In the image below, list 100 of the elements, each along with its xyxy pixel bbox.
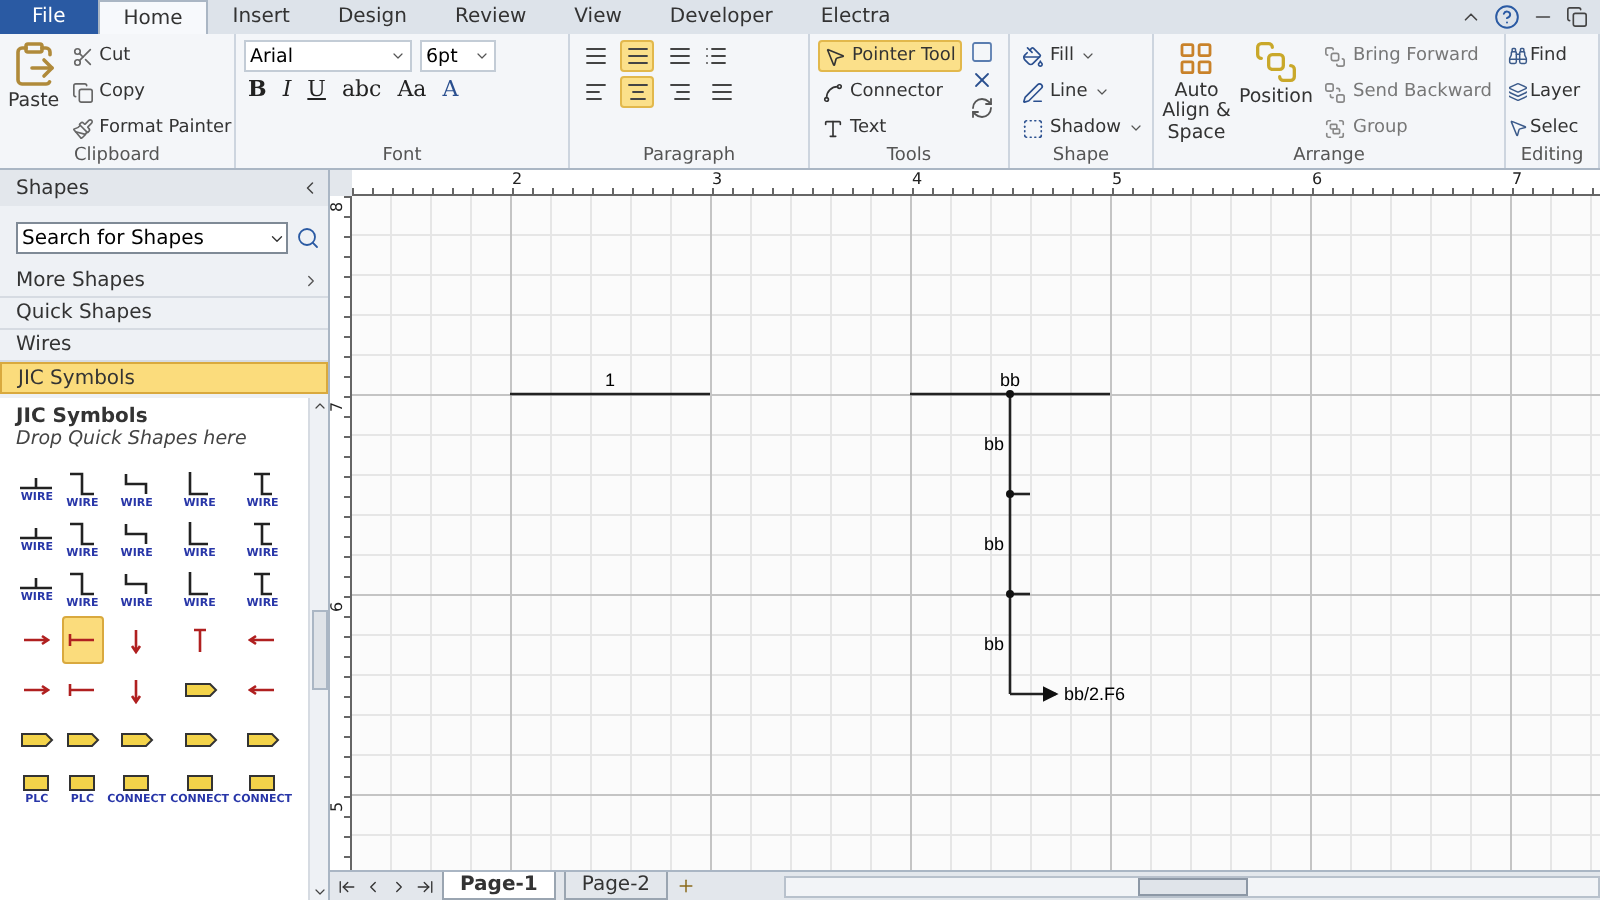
restore-icon [1566, 6, 1588, 28]
arrange-button[interactable]: Bring Forward [1320, 40, 1496, 72]
group-label: Tools [884, 144, 934, 168]
group-label: Clipboard [72, 144, 162, 168]
arrow-line [1010, 686, 1059, 702]
ruler-number: 6 [1312, 170, 1323, 188]
dropdown-caret-icon [1093, 84, 1110, 100]
ribbon-tab[interactable]: Design [313, 0, 431, 34]
font-format-button[interactable]: Aa [393, 76, 431, 102]
clipboard-button[interactable]: Format Painter [67, 112, 234, 144]
wire-label: 1 [605, 370, 615, 390]
auto-align-button[interactable]: Auto Align & Space [1162, 40, 1231, 144]
align-icon [625, 44, 649, 68]
binoculars-icon [1508, 46, 1528, 66]
wire-symbol-icon [188, 570, 211, 596]
horizontal-scrollbar[interactable] [784, 875, 1600, 897]
tap-line [1010, 492, 1030, 496]
wire-symbol-icon [251, 521, 274, 545]
align-icon [583, 80, 607, 104]
shape-format-button[interactable]: Line [1018, 76, 1148, 108]
shape-format-button[interactable]: Shadow [1018, 112, 1148, 144]
scroll-thumb[interactable] [311, 609, 327, 689]
align-icon [583, 44, 607, 68]
arrow-symbol-icon [130, 677, 143, 703]
ribbon-tab[interactable]: Review [430, 0, 551, 34]
arrow-symbol-icon [248, 684, 277, 696]
arrange-button[interactable]: Send Backward [1320, 76, 1496, 108]
shape-format-button[interactable]: Fill [1018, 40, 1148, 72]
ribbon-tab[interactable]: Insert [208, 0, 314, 34]
ribbon-tab[interactable]: View [550, 0, 646, 34]
font-family-dropdown[interactable]: Arial [244, 40, 412, 72]
arrow-symbol-icon [68, 682, 97, 698]
search-field[interactable]: Search for Shapes [16, 222, 288, 254]
more-shapes-item[interactable]: More Shapes [0, 266, 328, 298]
tool-button[interactable]: Pointer Tool [818, 40, 962, 72]
file-tab[interactable]: File [0, 0, 98, 34]
rotate-icon [969, 96, 994, 120]
stencil-item[interactable]: JIC Symbols [0, 362, 328, 394]
editing-button[interactable]: Find [1508, 40, 1581, 72]
wire-symbol-icon [188, 470, 211, 496]
ribbon-tab[interactable]: Electra [796, 0, 915, 34]
wire-symbol-icon [68, 471, 97, 495]
stencil-hint: Drop Quick Shapes here [16, 428, 249, 450]
scroll-up-icon [311, 398, 327, 414]
font-format-button[interactable]: U [303, 76, 330, 102]
tool-button[interactable]: Text [818, 112, 962, 144]
layers-icon [1508, 82, 1528, 102]
stencil-master[interactable] [61, 616, 104, 664]
font-format-button[interactable]: abc [337, 76, 386, 102]
font-format-button[interactable]: B [244, 76, 271, 102]
dropdown-caret-icon [1080, 48, 1097, 64]
ribbon-tab[interactable]: Home [97, 0, 209, 34]
font-format-button[interactable]: I [278, 76, 296, 102]
editing-button[interactable]: Selec [1508, 112, 1581, 144]
block-symbol-icon [246, 774, 279, 792]
page-tab[interactable]: Page-2 [563, 872, 669, 900]
clipboard-button[interactable]: Cut [67, 40, 234, 72]
dropdown-caret-icon [390, 48, 406, 64]
wire-symbol-icon [68, 571, 97, 595]
wire-symbol-icon [124, 471, 149, 495]
font-size-dropdown[interactable]: 6pt [420, 40, 496, 72]
copy-icon [71, 81, 94, 103]
stencil-item[interactable]: Quick Shapes [0, 298, 328, 330]
ruler-number: 5 [1112, 170, 1123, 188]
search-icon [296, 226, 320, 250]
wire-symbol-icon [124, 521, 149, 545]
help-icon [1494, 4, 1520, 30]
wire-symbol-icon [188, 520, 211, 546]
ruler-number: 5 [328, 801, 347, 813]
arrange-button[interactable]: Group [1320, 112, 1496, 144]
ribbon-tab[interactable]: Developer [645, 0, 797, 34]
ruler-number: 2 [512, 170, 523, 188]
align-icon [667, 44, 691, 68]
pen-icon [1022, 81, 1044, 103]
editing-button[interactable]: Layer [1508, 76, 1581, 108]
ruler-number: 4 [912, 170, 923, 188]
scroll-thumb[interactable] [1137, 877, 1248, 895]
first-page-icon [338, 877, 356, 895]
scissors-icon [71, 45, 94, 67]
font-format-button[interactable]: A [438, 76, 463, 102]
horizontal-align-button[interactable] [620, 76, 654, 108]
group-icon [1324, 117, 1347, 139]
clipboard-button[interactable]: Copy [67, 76, 234, 108]
wire-symbol-icon [251, 471, 274, 495]
vertical-align-button[interactable] [620, 40, 654, 72]
align-icon [625, 80, 649, 104]
scrollbar[interactable] [308, 398, 328, 900]
group-label: Shape [1050, 144, 1112, 168]
reference-label: bb/2.F6 [1064, 684, 1126, 704]
tool-button[interactable]: Connector [818, 76, 962, 108]
paste-button[interactable]: Paste [8, 40, 60, 144]
stencil-item[interactable]: Wires [0, 330, 328, 362]
next-page-icon [390, 877, 408, 895]
page-tab[interactable]: Page-1 [442, 872, 556, 900]
wire-symbol-icon [18, 526, 55, 540]
shadow-icon [1022, 117, 1044, 139]
position-button[interactable]: Position [1238, 40, 1313, 144]
rectangle-icon [969, 40, 994, 64]
wire-symbol-icon [124, 571, 149, 595]
panel-title: Shapes [16, 177, 90, 199]
